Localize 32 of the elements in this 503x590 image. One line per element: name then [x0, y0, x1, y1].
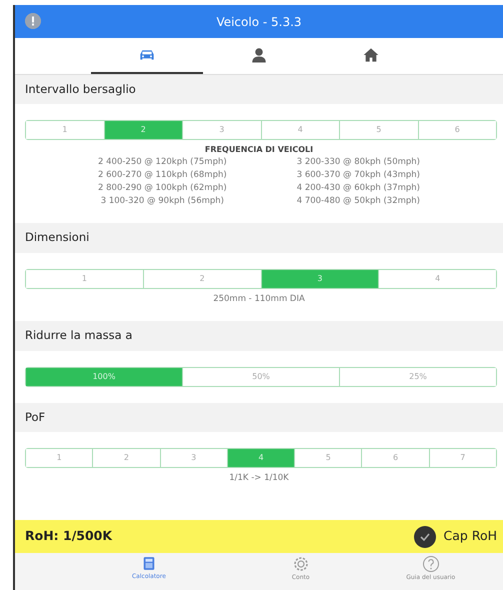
segment-option[interactable]: 2: [104, 121, 183, 140]
section-header: PoF: [15, 402, 503, 432]
check-icon[interactable]: [414, 526, 436, 548]
help-icon: [422, 555, 440, 573]
frequency-text: 4 200-430 @ 60kph (37mph): [296, 182, 420, 194]
segment-option[interactable]: 1: [26, 448, 94, 467]
note-text: 1/1K -> 1/10K: [229, 472, 289, 484]
segment-option[interactable]: 1: [26, 270, 144, 288]
frequency-text: 2 800-290 @ 100kph (62mph): [98, 182, 227, 194]
window-title: Veicolo - 5.3.3: [216, 14, 302, 30]
section-header: Intervallo bersaglio: [15, 75, 503, 104]
frequency-text: 4 700-480 @ 50kph (32mph): [296, 194, 420, 208]
frequency-text: 2 400-250 @ 120kph (75mph): [98, 156, 227, 169]
section-header: Ridurre la massa a: [15, 321, 503, 350]
alert-icon[interactable]: [25, 13, 41, 29]
segment-option[interactable]: 1: [26, 121, 104, 140]
person-icon: [250, 46, 268, 64]
frequency-text: 3 600-370 @ 70kph (43mph): [296, 169, 420, 182]
note-text: 250mm - 110mm DIA: [213, 292, 305, 306]
gear-icon: [292, 555, 310, 573]
home-icon: [363, 47, 379, 63]
roh-text: RoH: 1/500K: [25, 527, 112, 546]
segment-option[interactable]: 100%: [26, 368, 183, 386]
frequency-text: 3 200-330 @ 80kph (50mph): [296, 156, 420, 169]
frequency-text: 3 100-320 @ 90kph (56mph): [100, 194, 225, 208]
cap-label: Cap RoH: [444, 527, 497, 546]
segment-option[interactable]: 3: [262, 270, 380, 288]
notes-title: FREQUENCIA DI VEICOLI: [204, 144, 314, 156]
calculator-icon: [142, 555, 156, 572]
segment-option[interactable]: 4: [228, 448, 296, 467]
section-header: Dimensioni: [15, 223, 503, 252]
frequency-text: 2 600-270 @ 110kph (68mph): [98, 169, 227, 182]
